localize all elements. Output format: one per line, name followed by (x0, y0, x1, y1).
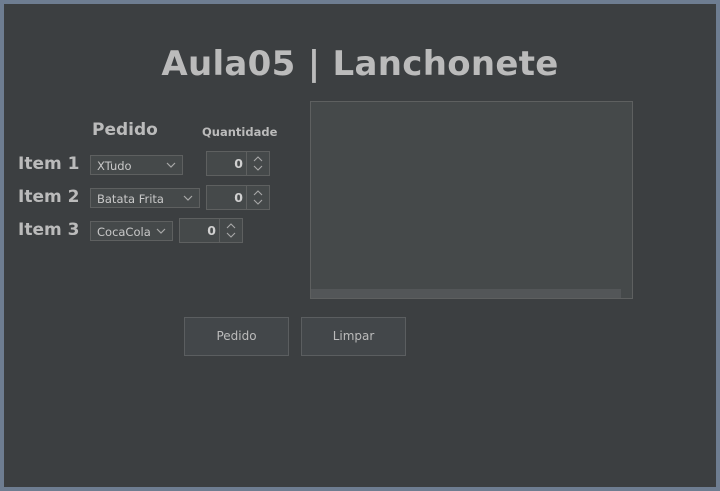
horizontal-scrollbar[interactable] (311, 289, 621, 298)
order-output-textarea[interactable] (310, 101, 633, 299)
item-2-quantity-spinner[interactable]: 0 (206, 185, 270, 210)
item-1-quantity-spinner[interactable]: 0 (206, 151, 270, 176)
item-1-label: Item 1 (18, 154, 80, 174)
item-3-label: Item 3 (18, 220, 80, 240)
page-title: Aula05 | Lanchonete (161, 44, 559, 84)
item-3-selected: CocaCola (97, 225, 151, 239)
limpar-button[interactable]: Limpar (301, 317, 406, 356)
item-2-label: Item 2 (18, 187, 80, 207)
item-1-combo[interactable]: XTudo (90, 155, 183, 175)
quantidade-header: Quantidade (202, 125, 278, 139)
chevron-down-icon (183, 195, 193, 201)
spinner-arrows-icon[interactable] (246, 152, 269, 175)
item-2-combo[interactable]: Batata Frita (90, 188, 200, 208)
spinner-arrows-icon[interactable] (246, 186, 269, 209)
chevron-down-icon (156, 228, 166, 234)
item-2-quantity: 0 (234, 190, 243, 205)
item-1-quantity: 0 (234, 156, 243, 171)
pedido-header: Pedido (92, 120, 158, 140)
spinner-arrows-icon[interactable] (219, 219, 242, 242)
item-2-selected: Batata Frita (97, 192, 164, 206)
item-3-quantity-spinner[interactable]: 0 (179, 218, 243, 243)
pedido-button[interactable]: Pedido (184, 317, 289, 356)
item-1-selected: XTudo (97, 159, 132, 173)
item-3-combo[interactable]: CocaCola (90, 221, 173, 241)
app-window: Aula05 | Lanchonete Pedido Quantidade It… (0, 0, 720, 491)
chevron-down-icon (166, 162, 176, 168)
item-3-quantity: 0 (207, 223, 216, 238)
